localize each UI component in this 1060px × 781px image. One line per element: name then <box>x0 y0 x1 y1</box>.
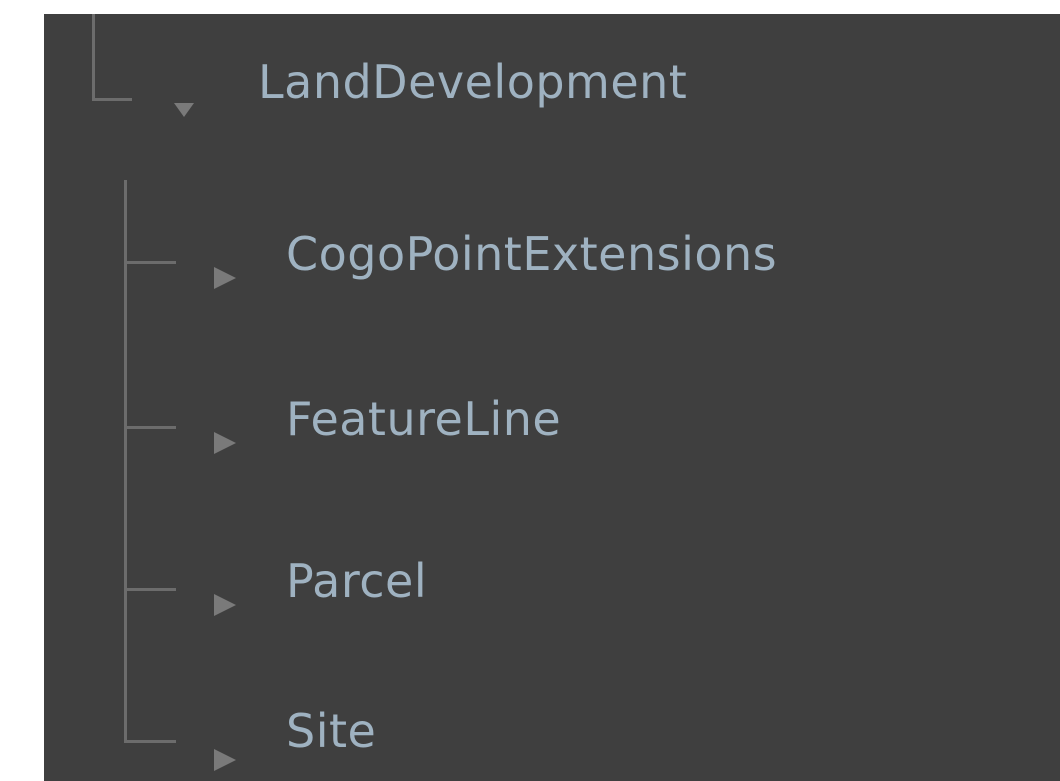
tree-node-label: CogoPointExtensions <box>286 227 778 281</box>
tree-connector-horizontal <box>124 261 176 264</box>
triangle-right-icon[interactable] <box>214 432 236 454</box>
tree-connector-horizontal-parent <box>92 98 132 101</box>
tree-node-label: LandDevelopment <box>258 55 688 109</box>
tree-connector-vertical-children <box>124 180 127 742</box>
triangle-right-icon[interactable] <box>214 749 236 771</box>
triangle-right-icon[interactable] <box>214 594 236 616</box>
triangle-down-icon[interactable] <box>174 103 194 117</box>
tree-node-label: Parcel <box>286 554 428 608</box>
tree-node-cogopointextensions[interactable]: CogoPointExtensions <box>214 214 777 294</box>
library-tree-panel: LandDevelopment CogoPointExtensions Feat… <box>44 14 1060 781</box>
tree-connector-horizontal <box>124 426 176 429</box>
tree-connector-horizontal <box>124 740 176 743</box>
tree-node-parcel[interactable]: Parcel <box>214 541 427 621</box>
tree-node-label: FeatureLine <box>286 392 562 446</box>
tree-node-landdevelopment[interactable]: LandDevelopment <box>174 42 687 122</box>
tree-connector-vertical-parent <box>92 14 95 100</box>
tree-node-featureline[interactable]: FeatureLine <box>214 379 561 459</box>
tree-node-site[interactable]: Site <box>214 691 376 771</box>
tree-connector-horizontal <box>124 588 176 591</box>
triangle-right-icon[interactable] <box>214 267 236 289</box>
tree-node-label: Site <box>286 704 377 758</box>
